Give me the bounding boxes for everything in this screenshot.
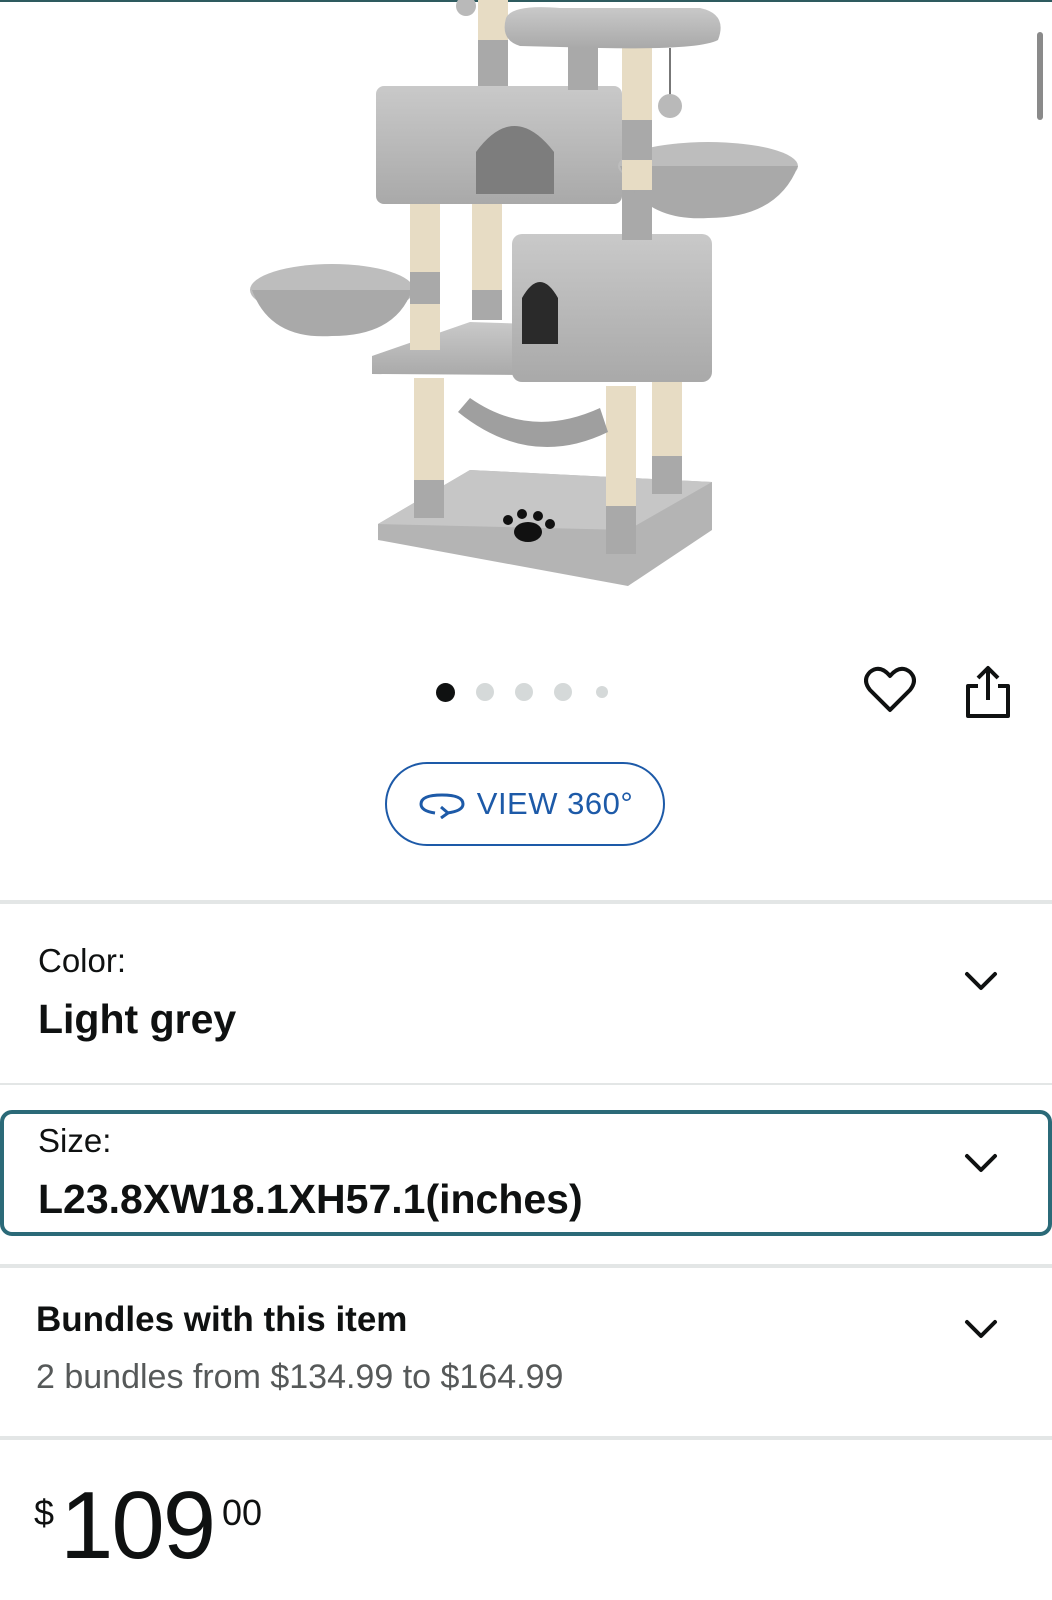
chevron-down-icon[interactable] (964, 970, 998, 992)
carousel-dot-4[interactable] (554, 683, 572, 701)
share-icon[interactable] (962, 664, 1014, 720)
carousel-dot-3[interactable] (515, 683, 533, 701)
chevron-down-icon[interactable] (964, 1152, 998, 1174)
view-360-label: VIEW 360° (476, 786, 634, 821)
section-divider (0, 1083, 1052, 1085)
price-currency: $ (34, 1492, 55, 1533)
chevron-down-icon[interactable] (964, 1318, 998, 1340)
price-whole: 109 (60, 1472, 216, 1579)
color-label: Color: (38, 942, 127, 979)
price-fraction: 00 (222, 1492, 263, 1533)
carousel-dot-2[interactable] (476, 683, 494, 701)
carousel-dot-5[interactable] (596, 686, 608, 698)
section-divider (0, 900, 1052, 904)
heart-icon[interactable] (864, 666, 916, 714)
section-divider (0, 1264, 1052, 1268)
size-label: Size: (38, 1122, 112, 1159)
bundles-subtitle: 2 bundles from $134.99 to $164.99 (36, 1358, 564, 1396)
bundles-title: Bundles with this item (36, 1300, 408, 1339)
image-carousel-dots[interactable] (436, 682, 629, 702)
color-value: Light grey (38, 996, 237, 1042)
view-360-button[interactable]: VIEW 360° (385, 762, 665, 846)
rotate-360-icon (419, 793, 465, 819)
carousel-dot-1[interactable] (436, 682, 455, 702)
section-divider (0, 1436, 1052, 1440)
size-value: L23.8XW18.1XH57.1(inches) (38, 1176, 583, 1222)
product-image[interactable] (0, 0, 1052, 640)
